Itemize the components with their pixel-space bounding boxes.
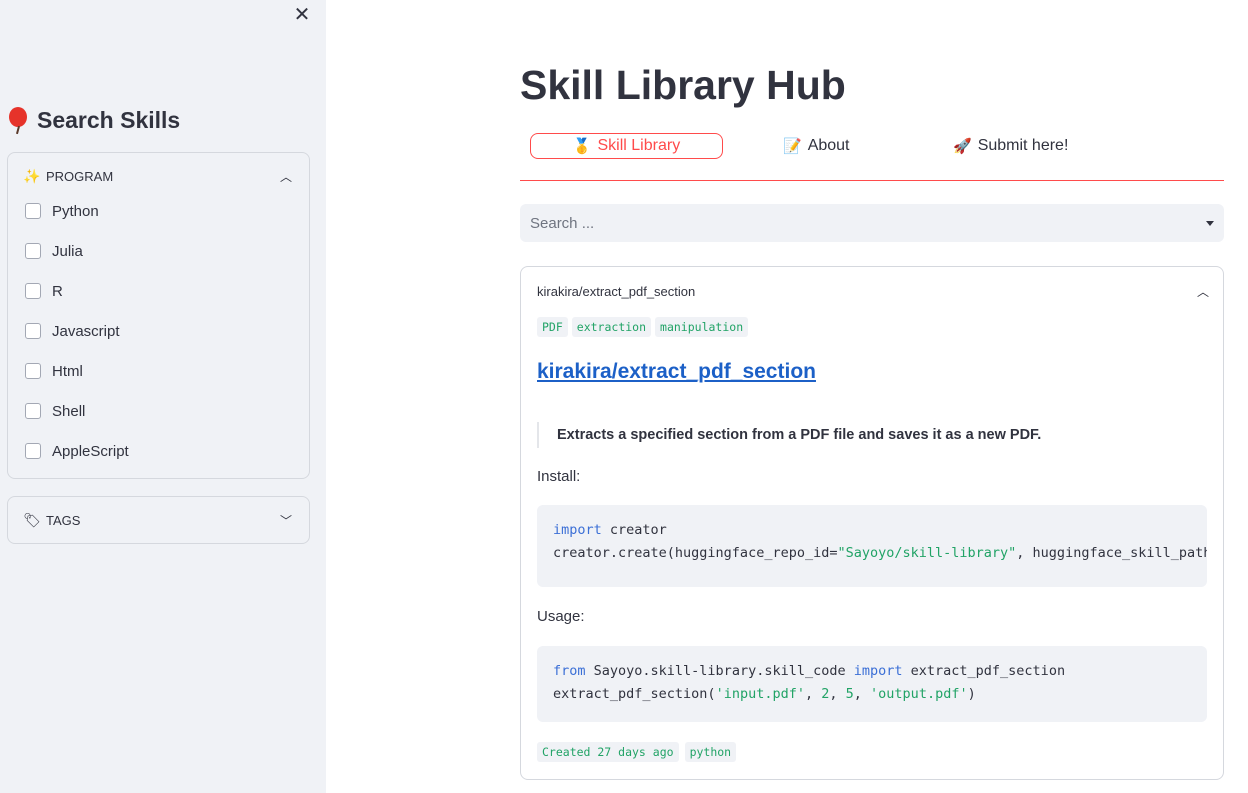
language-badge: python (684, 742, 737, 762)
program-option-shell[interactable]: Shell (25, 391, 309, 431)
tags-expander: 🏷 TAGS ﹀ (7, 496, 310, 544)
checkbox[interactable] (25, 323, 41, 339)
tags-expander-header[interactable]: 🏷 TAGS ﹀ (8, 497, 309, 543)
checkbox[interactable] (25, 283, 41, 299)
code-text: creator (601, 522, 667, 538)
tab-label: Submit here! (977, 137, 1069, 154)
code-text: , huggingface_skill_path="extract_pdf_se… (1016, 545, 1207, 561)
program-option-python[interactable]: Python (25, 191, 309, 231)
code-text: creator.create(huggingface_repo_id= (553, 545, 838, 561)
code-text: Sayoyo.skill-library.skill_code (585, 663, 854, 679)
balloon-icon (7, 106, 31, 134)
tag-badge: extraction (571, 317, 652, 337)
search-select[interactable]: Search ... (520, 204, 1224, 242)
chevron-down-icon[interactable]: ﹀ (280, 514, 292, 528)
checkbox[interactable] (25, 243, 41, 259)
code-keyword: import (853, 663, 903, 679)
program-option-applescript[interactable]: AppleScript (25, 431, 309, 471)
label-tag-icon: 🏷 (23, 511, 41, 528)
memo-icon: 📝 (783, 138, 802, 155)
chevron-up-icon[interactable]: ︿ (280, 170, 292, 184)
search-placeholder: Search ... (530, 214, 595, 232)
usage-code-block[interactable]: from Sayoyo.skill-library.skill_code imp… (537, 646, 1207, 722)
tab-bar: 🥇 Skill Library 📝 About 🚀 Submit here! (520, 133, 1224, 181)
skill-tags: PDF extraction manipulation (537, 317, 749, 337)
code-keyword: from (553, 663, 586, 679)
tag-badge: manipulation (655, 317, 749, 337)
program-option-html[interactable]: Html (25, 351, 309, 391)
code-text: , (853, 686, 871, 702)
program-option-javascript[interactable]: Javascript (25, 311, 309, 351)
program-option-r[interactable]: R (25, 271, 309, 311)
checkbox-label: Julia (52, 242, 83, 260)
install-code-block[interactable]: import creator creator.create(huggingfac… (537, 505, 1207, 587)
close-sidebar-button[interactable]: ✕ (292, 5, 312, 25)
tab-skill-library[interactable]: 🥇 Skill Library (530, 133, 723, 159)
program-option-julia[interactable]: Julia (25, 231, 309, 271)
checkbox-label: Shell (52, 402, 86, 420)
checkbox[interactable] (25, 203, 41, 219)
skill-description: Extracts a specified section from a PDF … (537, 422, 1041, 448)
sparkles-icon: ✨ (23, 167, 41, 184)
checkbox[interactable] (25, 443, 41, 459)
code-string: 'input.pdf' (715, 686, 805, 702)
rocket-icon: 🚀 (953, 138, 972, 155)
code-string: 'output.pdf' (870, 686, 968, 702)
sidebar-title: Search Skills (7, 106, 180, 134)
created-badge: Created 27 days ago (537, 742, 679, 762)
program-expander-label: PROGRAM (46, 168, 114, 184)
chevron-up-icon[interactable]: ︿ (1197, 285, 1209, 299)
tag-badge: PDF (537, 317, 568, 337)
skill-card: kirakira/extract_pdf_section ︿ PDF extra… (520, 266, 1224, 780)
program-checkbox-list: Python Julia R Javascript Html Shell App… (8, 191, 309, 471)
tab-about[interactable]: 📝 About (783, 133, 850, 159)
skill-footer-tags: Created 27 days ago python (537, 742, 737, 762)
code-string: "Sayoyo/skill-library" (837, 545, 1017, 561)
sidebar-title-text: Search Skills (37, 106, 181, 133)
install-label: Install: (537, 468, 581, 485)
tags-expander-label: TAGS (46, 512, 81, 528)
checkbox-label: Javascript (52, 322, 120, 340)
code-text: , (804, 686, 822, 702)
program-expander: ✨ PROGRAM ︿ Python Julia R Javascript Ht… (7, 152, 310, 479)
code-number: 5 (845, 686, 854, 702)
page-title: Skill Library Hub (520, 62, 846, 108)
skill-card-header-label: kirakira/extract_pdf_section (537, 284, 696, 299)
checkbox-label: R (52, 282, 63, 300)
checkbox-label: AppleScript (52, 442, 129, 460)
medal-icon: 🥇 (572, 138, 592, 155)
code-text: extract_pdf_section( (553, 686, 716, 702)
skill-card-header[interactable]: kirakira/extract_pdf_section ︿ (537, 284, 1209, 299)
tab-label: About (807, 137, 850, 154)
checkbox-label: Python (52, 202, 99, 220)
usage-label: Usage: (537, 608, 585, 625)
tab-submit[interactable]: 🚀 Submit here! (953, 133, 1068, 159)
sidebar: ✕ Search Skills ✨ PROGRAM ︿ Python Julia… (0, 0, 326, 793)
tab-label: Skill Library (597, 137, 681, 154)
code-keyword: import (553, 522, 602, 538)
checkbox[interactable] (25, 403, 41, 419)
code-text: ) (967, 686, 976, 702)
skill-title-link[interactable]: kirakira/extract_pdf_section (537, 360, 816, 384)
checkbox[interactable] (25, 363, 41, 379)
dropdown-caret-icon[interactable] (1206, 220, 1214, 226)
code-text: , (829, 686, 846, 702)
checkbox-label: Html (52, 362, 83, 380)
code-text: extract_pdf_section (902, 663, 1066, 679)
